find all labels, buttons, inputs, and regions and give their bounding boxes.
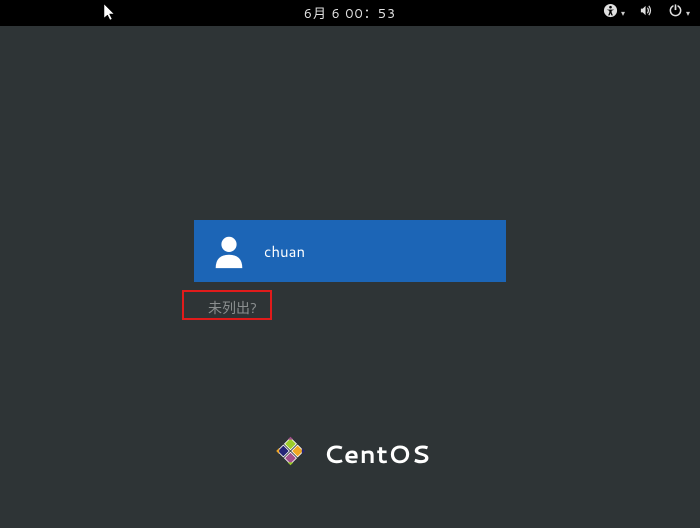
brand-name: CentOS [323,437,430,472]
accessibility-icon [603,3,618,23]
accessibility-menu[interactable]: ▾ [603,3,625,23]
power-icon [668,3,683,23]
chevron-down-icon: ▾ [621,7,625,19]
avatar-icon [210,232,248,270]
chevron-down-icon: ▾ [686,7,690,19]
volume-icon[interactable] [639,3,654,23]
login-panel: chuan 未列出? [194,220,506,319]
user-list-item[interactable]: chuan [194,220,506,282]
not-listed-link[interactable]: 未列出? [208,298,257,318]
system-tray: ▾ ▾ [603,3,690,23]
branding: CentOS [269,430,430,478]
power-menu[interactable]: ▾ [668,3,690,23]
clock-text: 6月 6 00：53 [304,3,397,23]
top-bar: 6月 6 00：53 ▾ [0,0,700,26]
centos-logo-icon [269,430,311,478]
username-label: chuan [264,241,305,262]
